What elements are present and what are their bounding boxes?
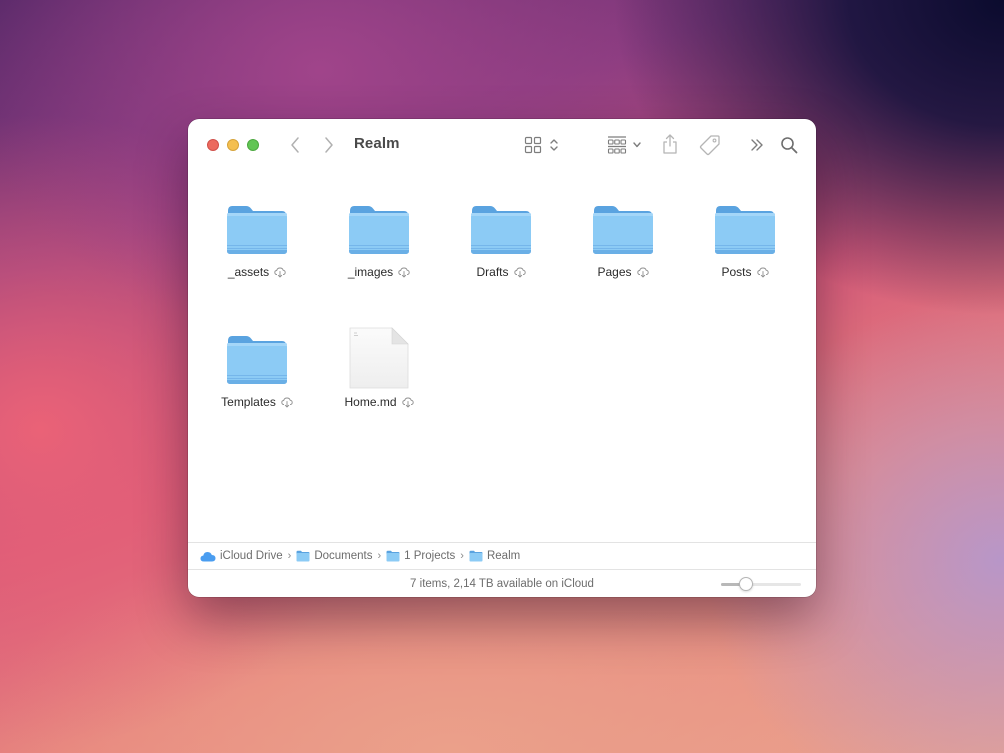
forward-button[interactable]: [322, 135, 336, 155]
toolbar: Realm: [188, 119, 816, 171]
icloud-download-icon[interactable]: [513, 267, 526, 278]
path-separator: ›: [460, 550, 464, 562]
folder-item[interactable]: _assets: [197, 201, 317, 279]
folder-item[interactable]: Pages: [563, 201, 683, 279]
chevron-right-icon: [325, 137, 333, 153]
folder-icon: [470, 201, 532, 257]
item-name: Drafts: [476, 265, 509, 279]
minimize-button[interactable]: [227, 139, 239, 151]
crumb-label: iCloud Drive: [220, 550, 283, 562]
share-icon: [663, 134, 677, 154]
document-icon: [348, 327, 410, 389]
slider-knob[interactable]: [739, 577, 754, 591]
close-button[interactable]: [207, 139, 219, 151]
double-chevron-right-icon: [751, 139, 763, 151]
chevron-down-icon: [632, 142, 641, 148]
path-separator: ›: [377, 550, 382, 562]
path-separator: ›: [287, 550, 292, 562]
item-name: Posts: [721, 265, 752, 279]
crumb-label: Documents: [314, 550, 373, 562]
folder-icon: [348, 201, 410, 257]
group-button[interactable]: [605, 134, 643, 156]
file-item[interactable]: Home.md: [319, 327, 439, 409]
folder-item[interactable]: _images: [319, 201, 439, 279]
folder-icon: [714, 201, 776, 257]
folder-icon: [592, 201, 654, 257]
folder-icon: [226, 201, 288, 257]
tags-button[interactable]: [699, 134, 721, 156]
folder-item[interactable]: Posts: [685, 201, 805, 279]
folder-icon: [296, 550, 310, 562]
item-name: Home.md: [344, 395, 397, 409]
folder-item[interactable]: Drafts: [441, 201, 561, 279]
item-name: _images: [347, 265, 394, 279]
crumb-label: 1 Projects: [404, 550, 456, 562]
crumb-label: Realm: [486, 550, 521, 562]
group-icon: [607, 136, 626, 154]
icloud-download-icon[interactable]: [281, 397, 293, 408]
path-bar: iCloud Drive › Documents › 1 Projects › …: [188, 542, 816, 570]
icloud-icon: [200, 551, 216, 561]
chevron-left-icon: [291, 137, 299, 153]
search-button[interactable]: [779, 134, 799, 156]
item-name: Pages: [597, 265, 632, 279]
item-name: _assets: [227, 265, 270, 279]
icloud-download-icon[interactable]: [398, 267, 410, 278]
more-button[interactable]: [749, 135, 765, 155]
folder-icon: [469, 550, 483, 562]
folder-icon: [226, 331, 288, 387]
search-icon: [781, 137, 798, 154]
folder-item[interactable]: Templates: [197, 331, 317, 409]
zoom-button[interactable]: [247, 139, 259, 151]
status-text: 7 items, 2,14 TB available on iCloud: [410, 577, 594, 590]
share-button[interactable]: [661, 133, 679, 155]
crumb-documents[interactable]: Documents: [296, 550, 372, 562]
crumb-1-projects[interactable]: 1 Projects: [386, 550, 455, 562]
item-name: Templates: [221, 395, 276, 409]
crumb-realm[interactable]: Realm: [469, 550, 520, 562]
icloud-download-icon[interactable]: [401, 397, 414, 408]
finder-window: Realm _assets _images Drafts Pages Posts…: [188, 119, 816, 597]
tag-icon: [699, 135, 720, 156]
view-mode-button[interactable]: [523, 135, 561, 155]
icon-size-slider[interactable]: [721, 577, 801, 591]
icloud-download-icon[interactable]: [756, 267, 769, 278]
icloud-download-icon[interactable]: [636, 267, 649, 278]
back-button[interactable]: [288, 135, 302, 155]
folder-icon: [386, 550, 400, 562]
window-title: Realm: [354, 135, 400, 152]
icloud-download-icon[interactable]: [274, 267, 286, 278]
crumb-icloud-drive[interactable]: iCloud Drive: [200, 550, 283, 562]
up-down-chevron-icon: [550, 139, 558, 151]
icon-grid-view-icon: [524, 136, 542, 154]
